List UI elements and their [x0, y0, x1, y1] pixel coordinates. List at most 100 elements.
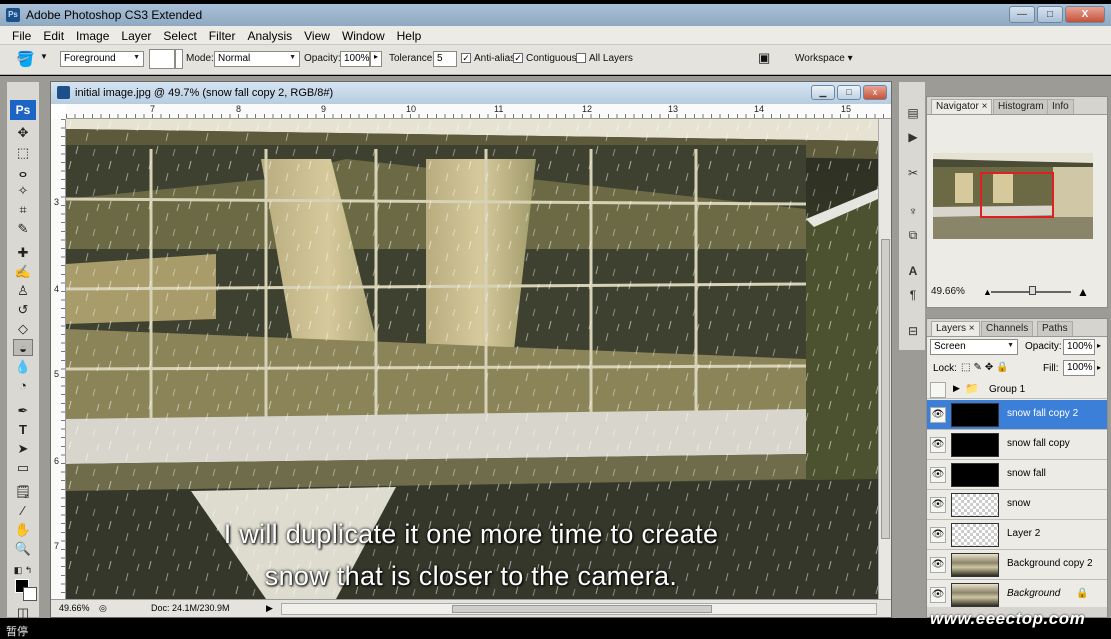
workspace-button[interactable]: Workspace ▾	[795, 53, 853, 64]
quick-mask-icon[interactable]: ◫	[13, 604, 33, 621]
layer-row[interactable]: 👁 snow fall copy	[927, 430, 1107, 460]
layer-row[interactable]: 👁 Layer 2	[927, 520, 1107, 550]
maximize-button[interactable]: □	[1037, 6, 1063, 23]
actions-panel-icon[interactable]: ▶	[904, 128, 922, 146]
fill-input[interactable]: 100%	[1063, 360, 1095, 376]
bridge-icon[interactable]: ▣	[758, 50, 770, 66]
layer-row[interactable]: 👁 Background copy 2	[927, 550, 1107, 580]
eye-icon[interactable]: 👁	[930, 437, 946, 453]
eye-icon[interactable]: 👁	[930, 467, 946, 483]
slice-tool-icon[interactable]: ✎	[13, 220, 33, 237]
document-maximize-button[interactable]: □	[837, 85, 861, 100]
close-button[interactable]: X	[1065, 6, 1105, 23]
contiguous-checkbox[interactable]: ✓	[513, 53, 523, 63]
zoom-tool-icon[interactable]: 🔍	[13, 540, 33, 557]
opacity-input[interactable]: 100%	[340, 51, 370, 67]
eye-icon[interactable]: 👁	[930, 407, 946, 423]
panel-collapse-icon[interactable]: ⊟	[904, 322, 922, 340]
menu-file[interactable]: File	[6, 26, 37, 44]
navigator-zoom-knob[interactable]	[1029, 286, 1036, 295]
menu-edit[interactable]: Edit	[37, 26, 70, 44]
crop-tool-icon[interactable]: ⌗	[13, 201, 33, 218]
history-brush-tool-icon[interactable]: ↺	[13, 301, 33, 318]
layer-row[interactable]: 👁 snow fall	[927, 460, 1107, 490]
paint-bucket-tool-icon[interactable]: ◒	[13, 339, 33, 356]
status-options-icon[interactable]: ◎	[99, 603, 107, 614]
tab-layers[interactable]: Layers ×	[931, 321, 980, 336]
navigator-preview[interactable]	[933, 153, 1093, 239]
anti-alias-checkbox[interactable]: ✓	[461, 53, 471, 63]
tab-channels[interactable]: Channels	[981, 321, 1034, 336]
zoom-readout[interactable]: 49.66%	[59, 603, 90, 613]
tab-info[interactable]: Info	[1047, 99, 1074, 114]
pen-tool-icon[interactable]: ✒	[13, 402, 33, 419]
path-selection-tool-icon[interactable]: ➤	[13, 440, 33, 457]
menu-view[interactable]: View	[298, 26, 336, 44]
group-visibility-toggle[interactable]	[930, 382, 946, 398]
menu-help[interactable]: Help	[391, 26, 428, 44]
blend-mode-select[interactable]: Screen	[930, 339, 1018, 355]
zoom-in-icon[interactable]: ▲	[1077, 285, 1089, 299]
eyedropper-tool-icon[interactable]: ⁄	[13, 502, 33, 519]
tolerance-input[interactable]: 5	[433, 51, 457, 67]
background-color-swatch[interactable]	[23, 587, 37, 601]
eye-icon[interactable]: 👁	[930, 587, 946, 603]
layer-row[interactable]: 👁 snow fall copy 2	[927, 400, 1107, 430]
clone-source-icon[interactable]: ⧉	[904, 226, 922, 244]
tab-navigator[interactable]: Navigator ×	[931, 99, 993, 114]
shape-tool-icon[interactable]: ▭	[13, 459, 33, 476]
tool-preset-chevron-icon[interactable]: ▼	[40, 52, 48, 61]
character-panel-icon[interactable]: A	[904, 262, 922, 280]
type-tool-icon[interactable]: T	[13, 421, 33, 438]
group-expand-icon[interactable]: ▶	[953, 383, 960, 394]
navigator-zoom[interactable]: 49.66%	[931, 286, 965, 297]
pattern-picker-arrow-icon[interactable]	[175, 49, 183, 69]
document-title-bar[interactable]: initial image.jpg @ 49.7% (snow fall cop…	[51, 82, 891, 104]
tab-histogram[interactable]: Histogram	[993, 99, 1049, 114]
fill-source-select[interactable]: Foreground	[60, 51, 144, 67]
paragraph-panel-icon[interactable]: ¶	[904, 286, 922, 304]
menu-window[interactable]: Window	[336, 26, 391, 44]
document-minimize-button[interactable]: ▁	[811, 85, 835, 100]
hand-tool-icon[interactable]: ✋	[13, 521, 33, 538]
opacity-arrow-icon[interactable]: ▸	[370, 51, 382, 67]
layer-group-row[interactable]: ▶ 📁 Group 1	[927, 381, 1107, 399]
eye-icon[interactable]: 👁	[930, 557, 946, 573]
horizontal-scroll-thumb[interactable]	[452, 605, 712, 613]
layer-row[interactable]: 👁 snow	[927, 490, 1107, 520]
vertical-scroll-thumb[interactable]	[881, 239, 890, 539]
move-tool-icon[interactable]: ✥	[13, 124, 33, 141]
menu-filter[interactable]: Filter	[203, 26, 242, 44]
menu-analysis[interactable]: Analysis	[241, 26, 298, 44]
menu-image[interactable]: Image	[70, 26, 115, 44]
document-close-button[interactable]: x	[863, 85, 887, 100]
tool-presets-icon[interactable]: ✂	[904, 164, 922, 182]
notes-tool-icon[interactable]: 🗒	[13, 483, 33, 500]
all-layers-checkbox[interactable]	[576, 53, 586, 63]
layer-opacity-arrow-icon[interactable]: ▸	[1097, 341, 1101, 350]
mode-select[interactable]: Normal	[214, 51, 300, 67]
brushes-panel-icon[interactable]: ♆	[904, 202, 922, 220]
marquee-tool-icon[interactable]: ⬚	[13, 144, 33, 161]
clone-stamp-tool-icon[interactable]: ♙	[13, 282, 33, 299]
horizontal-scrollbar[interactable]	[281, 603, 877, 615]
healing-brush-tool-icon[interactable]: ✚	[13, 244, 33, 261]
blur-tool-icon[interactable]: 💧	[13, 358, 33, 375]
default-colors-icon[interactable]: ◧ ↰	[13, 562, 33, 579]
magic-wand-tool-icon[interactable]: ✧	[13, 182, 33, 199]
paint-bucket-icon[interactable]: 🪣	[16, 50, 35, 68]
lock-options-icon[interactable]: ⬚✎✥🔒	[961, 362, 1012, 373]
tab-paths[interactable]: Paths	[1037, 321, 1073, 336]
pattern-picker[interactable]	[149, 49, 175, 69]
minimize-button[interactable]: —	[1009, 6, 1035, 23]
brush-tool-icon[interactable]: ✍	[13, 263, 33, 280]
eye-icon[interactable]: 👁	[930, 527, 946, 543]
fill-arrow-icon[interactable]: ▸	[1097, 363, 1101, 372]
eraser-tool-icon[interactable]: ◇	[13, 320, 33, 337]
menu-select[interactable]: Select	[157, 26, 202, 44]
layer-row[interactable]: 👁 Background 🔒	[927, 580, 1107, 610]
lasso-tool-icon[interactable]: ⴰ	[13, 164, 33, 181]
history-panel-icon[interactable]: ▤	[904, 104, 922, 122]
status-menu-arrow-icon[interactable]: ▶	[266, 603, 273, 614]
dodge-tool-icon[interactable]: ◔	[13, 377, 33, 394]
